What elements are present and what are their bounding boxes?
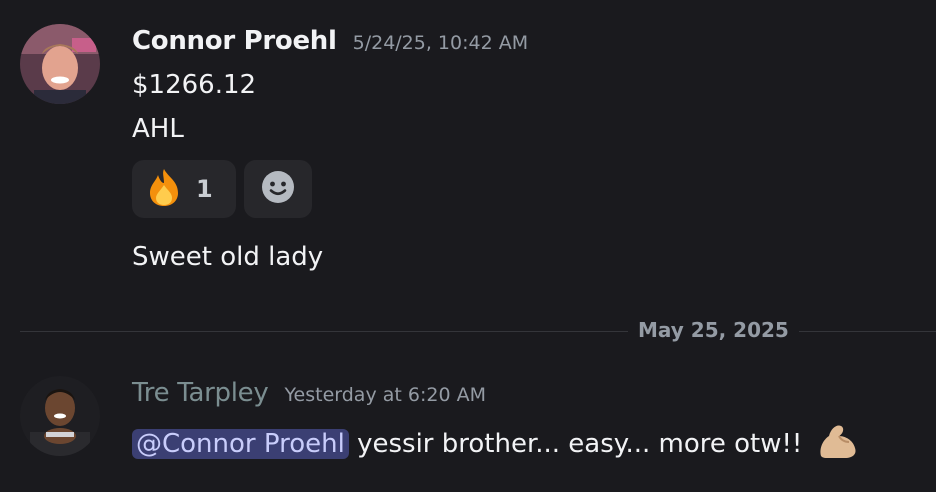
avatar[interactable] xyxy=(20,24,100,104)
flexed-biceps-icon xyxy=(815,420,859,467)
avatar[interactable] xyxy=(20,376,100,456)
date-divider-label: May 25, 2025 xyxy=(628,318,799,342)
reaction-fire[interactable]: 1 xyxy=(132,160,236,218)
reactions-bar: 1 xyxy=(132,160,312,218)
message-text: Sweet old lady xyxy=(132,242,324,272)
add-reaction-button[interactable] xyxy=(244,160,312,218)
message-timestamp: 5/24/25, 10:42 AM xyxy=(352,32,529,54)
message-text: $1266.12 xyxy=(132,70,257,100)
author-name[interactable]: Connor Proehl xyxy=(132,26,337,56)
smiley-icon xyxy=(261,170,295,208)
message-text: AHL xyxy=(132,114,184,144)
fire-icon xyxy=(146,167,182,211)
user-mention[interactable]: @Connor Proehl xyxy=(132,428,349,459)
message-text-row: @Connor Proehl yessir brother... easy...… xyxy=(132,420,859,467)
message-text: yessir brother... easy... more otw!! xyxy=(348,428,811,459)
chat-view: Connor Proehl 5/24/25, 10:42 AM $1266.12… xyxy=(0,0,936,492)
author-name[interactable]: Tre Tarpley xyxy=(132,378,269,408)
message-timestamp: Yesterday at 6:20 AM xyxy=(284,384,486,406)
reaction-count: 1 xyxy=(196,175,213,203)
